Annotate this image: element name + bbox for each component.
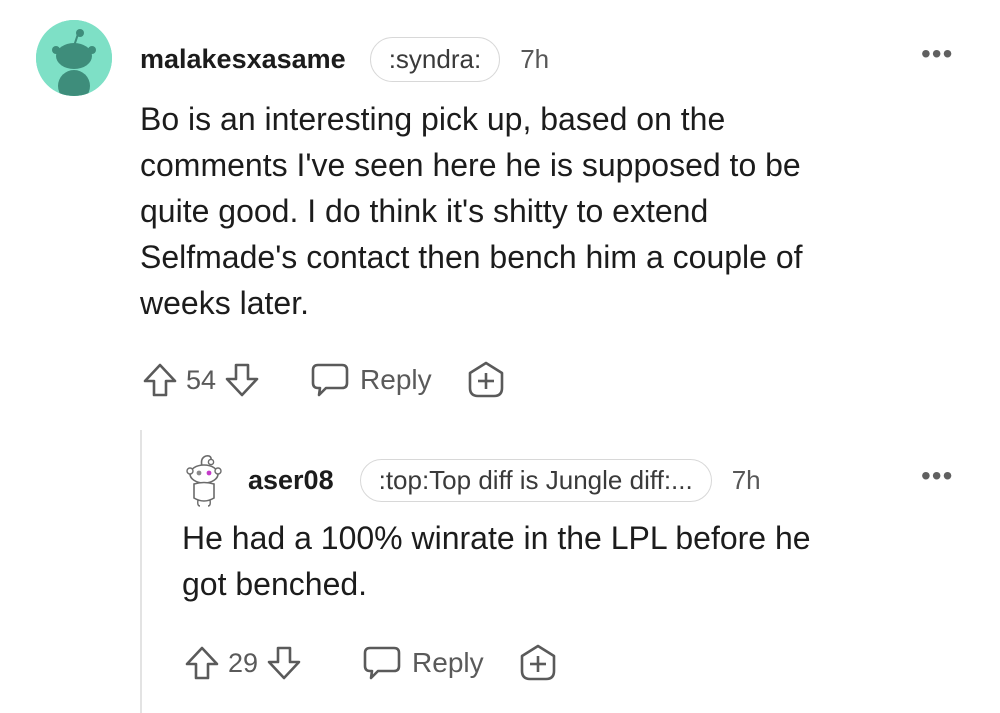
award-button[interactable]: [466, 360, 506, 400]
reply-label: Reply: [412, 647, 484, 678]
speech-bubble-icon: [310, 361, 350, 399]
more-options-button[interactable]: •••: [921, 40, 953, 68]
reply-body: He had a 100% winrate in the LPL before …: [182, 520, 811, 602]
ellipsis-icon: •••: [921, 38, 954, 69]
ellipsis-icon: •••: [921, 460, 954, 491]
snoo-avatar-icon: [36, 20, 112, 96]
reply-header: aser08 :top:Top diff is Jungle diff:... …: [248, 458, 761, 502]
downvote-arrow-icon[interactable]: [264, 643, 304, 683]
award-button[interactable]: [518, 643, 558, 683]
username[interactable]: malakesxasame: [140, 44, 346, 75]
timestamp: 7h: [731, 464, 761, 495]
award-plus-icon: [466, 360, 506, 400]
username[interactable]: aser08: [248, 465, 334, 496]
user-flair: :syndra:: [369, 36, 501, 82]
comment-actions: 54 Reply: [140, 360, 506, 400]
vote-count: 54: [186, 364, 217, 395]
comment-body: Bo is an interesting pick up, based on t…: [140, 101, 803, 321]
thread-line[interactable]: [140, 430, 142, 713]
downvote-arrow-icon[interactable]: [222, 360, 262, 400]
user-flair: :top:Top diff is Jungle diff:...: [359, 458, 712, 502]
snoo-avatar-icon: [186, 455, 222, 507]
upvote-arrow-icon[interactable]: [140, 360, 180, 400]
reply-user-avatar[interactable]: [180, 452, 232, 508]
more-options-button[interactable]: •••: [921, 462, 953, 490]
vote-count: 29: [228, 647, 259, 678]
comment-header: malakesxasame :syndra: 7h: [140, 36, 549, 82]
user-avatar[interactable]: [36, 20, 112, 96]
reply-button[interactable]: Reply: [352, 644, 484, 682]
upvote-arrow-icon[interactable]: [182, 643, 222, 683]
reply-actions: 29 Reply: [182, 643, 558, 683]
reply-label: Reply: [360, 364, 432, 395]
reply-button[interactable]: Reply: [310, 361, 432, 399]
speech-bubble-icon: [362, 644, 402, 682]
timestamp: 7h: [520, 43, 550, 74]
award-plus-icon: [518, 643, 558, 683]
